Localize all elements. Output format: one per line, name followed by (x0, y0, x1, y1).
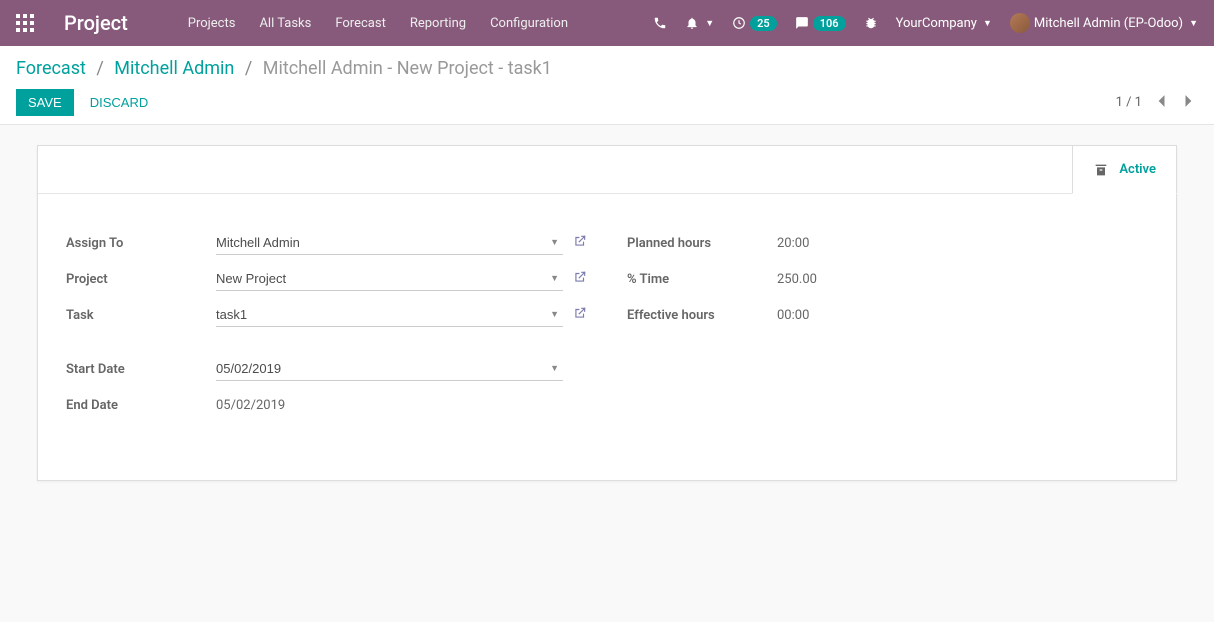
label-start-date: Start Date (66, 362, 216, 377)
nav-forecast[interactable]: Forecast (335, 16, 385, 31)
nav-all-tasks[interactable]: All Tasks (259, 16, 311, 31)
save-button[interactable]: Save (16, 89, 74, 116)
form-left-column: Assign To ▼ Project ▼ (66, 230, 587, 428)
content-area: Active Assign To ▼ Project (0, 125, 1214, 501)
label-task: Task (66, 308, 216, 323)
breadcrumb-mid[interactable]: Mitchell Admin (114, 58, 234, 79)
external-link-icon[interactable] (573, 270, 587, 288)
active-button[interactable]: Active (1072, 145, 1177, 194)
breadcrumb-current: Mitchell Admin - New Project - task1 (263, 58, 552, 79)
pager-text: 1 / 1 (1116, 95, 1142, 110)
label-end-date: End Date (66, 398, 216, 413)
nav-projects[interactable]: Projects (188, 16, 236, 31)
label-effective-hours: Effective hours (627, 308, 777, 323)
external-link-icon[interactable] (573, 234, 587, 252)
external-link-icon[interactable] (573, 306, 587, 324)
label-assign-to: Assign To (66, 236, 216, 251)
breadcrumb-root[interactable]: Forecast (16, 58, 86, 79)
nav-right: ▼ 25 106 YourCompany ▼ Mitchell Admin (E… (653, 13, 1198, 33)
label-project: Project (66, 272, 216, 287)
assign-to-input[interactable] (216, 231, 563, 255)
task-input[interactable] (216, 303, 563, 327)
nav-configuration[interactable]: Configuration (490, 16, 568, 31)
end-date-value: 05/02/2019 (216, 398, 285, 413)
breadcrumb: Forecast / Mitchell Admin / Mitchell Adm… (16, 58, 1198, 79)
debug-icon[interactable] (864, 16, 878, 30)
sheet-header: Active (38, 146, 1176, 194)
brand[interactable]: Project (64, 11, 128, 35)
navbar: Project Projects All Tasks Forecast Repo… (0, 0, 1214, 46)
activities-icon[interactable]: 25 (732, 16, 777, 31)
discard-button[interactable]: Discard (90, 95, 149, 110)
start-date-input[interactable] (216, 357, 563, 381)
effective-hours-value: 00:00 (777, 308, 809, 323)
control-panel: Forecast / Mitchell Admin / Mitchell Adm… (0, 46, 1214, 125)
pager-prev-icon[interactable] (1152, 89, 1170, 116)
planned-hours-value: 20:00 (777, 236, 809, 251)
label-planned-hours: Planned hours (627, 236, 777, 251)
company-switcher[interactable]: YourCompany ▼ (896, 16, 992, 31)
active-label: Active (1119, 162, 1156, 177)
user-menu[interactable]: Mitchell Admin (EP-Odoo) ▼ (1010, 13, 1198, 33)
form-right-column: Planned hours 20:00 % Time 250.00 Effect… (627, 230, 1148, 428)
pager-next-icon[interactable] (1180, 89, 1198, 116)
archive-icon (1093, 162, 1109, 178)
label-percent-time: % Time (627, 272, 777, 287)
form-sheet: Active Assign To ▼ Project (37, 145, 1177, 481)
messages-badge: 106 (813, 16, 846, 31)
notifications-icon[interactable]: ▼ (685, 16, 714, 30)
phone-icon[interactable] (653, 16, 667, 30)
nav-menu: Projects All Tasks Forecast Reporting Co… (188, 16, 653, 31)
pager: 1 / 1 (1116, 89, 1198, 116)
messages-icon[interactable]: 106 (795, 16, 846, 31)
avatar-icon (1010, 13, 1030, 33)
project-input[interactable] (216, 267, 563, 291)
apps-icon[interactable] (16, 14, 34, 32)
percent-time-value: 250.00 (777, 272, 817, 287)
activities-badge: 25 (750, 16, 777, 31)
nav-reporting[interactable]: Reporting (410, 16, 466, 31)
